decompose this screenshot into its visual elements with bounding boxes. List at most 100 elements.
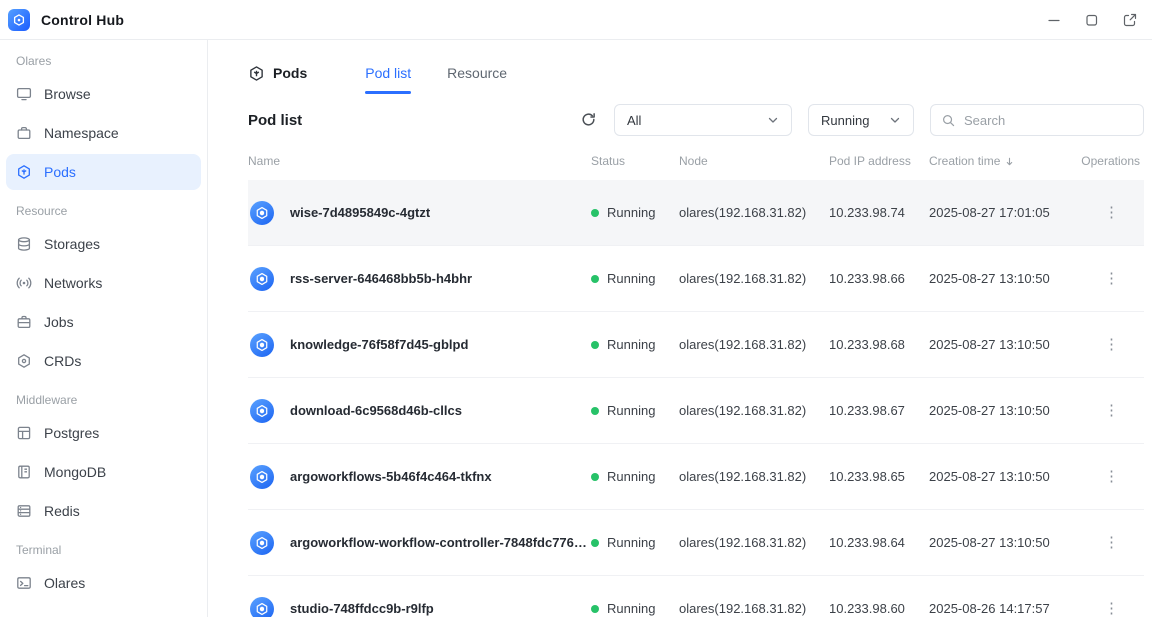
- pod-ip: 10.233.98.66: [829, 271, 929, 286]
- sidebar-item-jobs[interactable]: Jobs: [6, 304, 201, 340]
- search-input[interactable]: [964, 113, 1133, 128]
- kebab-menu-icon[interactable]: ⋮: [1104, 468, 1120, 485]
- pod-operations: ⋮: [1074, 403, 1144, 418]
- terminal-icon: [16, 575, 32, 591]
- sidebar-item-namespace[interactable]: Namespace: [6, 115, 201, 151]
- sidebar-item-storages[interactable]: Storages: [6, 226, 201, 262]
- pod-name-cell: knowledge-76f58f7d45-gblpd: [248, 333, 591, 357]
- tab-pod-list[interactable]: Pod list: [365, 65, 411, 81]
- table-row[interactable]: download-6c9568d46b-cllcs Running olares…: [248, 378, 1144, 444]
- sidebar-item-label: Networks: [44, 275, 102, 291]
- column-header-pod-ip[interactable]: Pod IP address: [829, 154, 929, 168]
- column-header-status[interactable]: Status: [591, 154, 679, 168]
- status-running-dot: [591, 341, 599, 349]
- pod-status-text: Running: [607, 205, 655, 220]
- kebab-menu-icon[interactable]: ⋮: [1104, 534, 1120, 551]
- pod-operations: ⋮: [1074, 271, 1144, 286]
- sidebar-item-browse[interactable]: Browse: [6, 76, 201, 112]
- kebab-menu-icon[interactable]: ⋮: [1104, 600, 1120, 617]
- namespace-filter-value: All: [627, 113, 641, 128]
- pod-node: olares(192.168.31.82): [679, 271, 829, 286]
- pod-status-text: Running: [607, 601, 655, 616]
- kebab-menu-icon[interactable]: ⋮: [1104, 402, 1120, 419]
- network-icon: [16, 275, 32, 291]
- pod-icon: [250, 597, 274, 617]
- table-row[interactable]: studio-748ffdcc9b-r9lfp Running olares(1…: [248, 576, 1144, 617]
- refresh-button[interactable]: [580, 111, 598, 129]
- pod-icon: [250, 267, 274, 291]
- minimize-icon[interactable]: [1046, 12, 1062, 28]
- kebab-menu-icon[interactable]: ⋮: [1104, 270, 1120, 287]
- status-running-dot: [591, 275, 599, 283]
- maximize-icon[interactable]: [1084, 12, 1100, 28]
- search-icon: [941, 113, 956, 128]
- kebab-menu-icon[interactable]: ⋮: [1104, 336, 1120, 353]
- pod-table-body: wise-7d4895849c-4gtzt Running olares(192…: [248, 180, 1144, 617]
- sidebar-item-label: Redis: [44, 503, 80, 519]
- status-filter-dropdown[interactable]: Running: [808, 104, 914, 136]
- column-header-node[interactable]: Node: [679, 154, 829, 168]
- section-label: Middleware: [6, 393, 201, 407]
- titlebar-left: Control Hub: [8, 9, 124, 31]
- sidebar-section-terminal: Terminal Olares: [6, 543, 201, 601]
- sidebar-item-label: Olares: [44, 575, 85, 591]
- pod-status-text: Running: [607, 271, 655, 286]
- sidebar-section-middleware: Middleware Postgres MongoDB Redis: [6, 393, 201, 529]
- jobs-icon: [16, 314, 32, 330]
- sidebar-item-label: MongoDB: [44, 464, 106, 480]
- table-row[interactable]: argoworkflow-workflow-controller-7848fdc…: [248, 510, 1144, 576]
- table-row[interactable]: argoworkflows-5b46f4c464-tkfnx Running o…: [248, 444, 1144, 510]
- sidebar-item-crds[interactable]: CRDs: [6, 343, 201, 379]
- pod-ip: 10.233.98.67: [829, 403, 929, 418]
- kebab-menu-icon[interactable]: ⋮: [1104, 204, 1120, 221]
- postgres-icon: [16, 425, 32, 441]
- sidebar-item-terminal-olares[interactable]: Olares: [6, 565, 201, 601]
- status-running-dot: [591, 407, 599, 415]
- pod-status: Running: [591, 403, 679, 418]
- page-header: Pods Pod list Resource: [248, 40, 1144, 90]
- pod-operations: ⋮: [1074, 469, 1144, 484]
- pod-name-cell: download-6c9568d46b-cllcs: [248, 399, 591, 423]
- pod-node: olares(192.168.31.82): [679, 205, 829, 220]
- column-header-creation-time[interactable]: Creation time: [929, 154, 1074, 168]
- open-external-icon[interactable]: [1122, 12, 1138, 28]
- sidebar-item-label: Postgres: [44, 425, 99, 441]
- window-controls: [1046, 12, 1138, 28]
- pod-list-title: Pod list: [248, 112, 302, 129]
- sidebar-item-pods[interactable]: Pods: [6, 154, 201, 190]
- section-label: Resource: [6, 204, 201, 218]
- sidebar-item-redis[interactable]: Redis: [6, 493, 201, 529]
- table-row[interactable]: rss-server-646468bb5b-h4bhr Running olar…: [248, 246, 1144, 312]
- pod-icon: [250, 333, 274, 357]
- pod-ip: 10.233.98.60: [829, 601, 929, 616]
- pod-creation-time: 2025-08-27 13:10:50: [929, 535, 1074, 550]
- sidebar-item-mongodb[interactable]: MongoDB: [6, 454, 201, 490]
- table-row[interactable]: knowledge-76f58f7d45-gblpd Running olare…: [248, 312, 1144, 378]
- column-header-name[interactable]: Name: [248, 154, 591, 168]
- tab-resource[interactable]: Resource: [447, 65, 507, 81]
- chevron-down-icon: [889, 114, 901, 126]
- sidebar-item-postgres[interactable]: Postgres: [6, 415, 201, 451]
- pod-operations: ⋮: [1074, 205, 1144, 220]
- pod-node: olares(192.168.31.82): [679, 601, 829, 616]
- column-header-operations[interactable]: Operations: [1074, 154, 1144, 168]
- pod-status: Running: [591, 601, 679, 616]
- mongodb-icon: [16, 464, 32, 480]
- table-row[interactable]: wise-7d4895849c-4gtzt Running olares(192…: [248, 180, 1144, 246]
- search-box[interactable]: [930, 104, 1144, 136]
- sidebar-item-label: Storages: [44, 236, 100, 252]
- sidebar-item-label: Pods: [44, 164, 76, 180]
- pod-status: Running: [591, 205, 679, 220]
- pod-status: Running: [591, 535, 679, 550]
- page-title: Pods: [273, 65, 307, 81]
- sidebar-section-olares: Olares Browse Namespace Pods: [6, 54, 201, 190]
- status-running-dot: [591, 605, 599, 613]
- pod-name: wise-7d4895849c-4gtzt: [290, 205, 430, 220]
- pod-name: argoworkflow-workflow-controller-7848fdc…: [290, 535, 591, 550]
- table-header: Name Status Node Pod IP address Creation…: [248, 136, 1144, 180]
- namespace-filter-dropdown[interactable]: All: [614, 104, 792, 136]
- sort-desc-icon[interactable]: [1004, 156, 1015, 167]
- pod-name: argoworkflows-5b46f4c464-tkfnx: [290, 469, 492, 484]
- sidebar-item-networks[interactable]: Networks: [6, 265, 201, 301]
- pod-operations: ⋮: [1074, 337, 1144, 352]
